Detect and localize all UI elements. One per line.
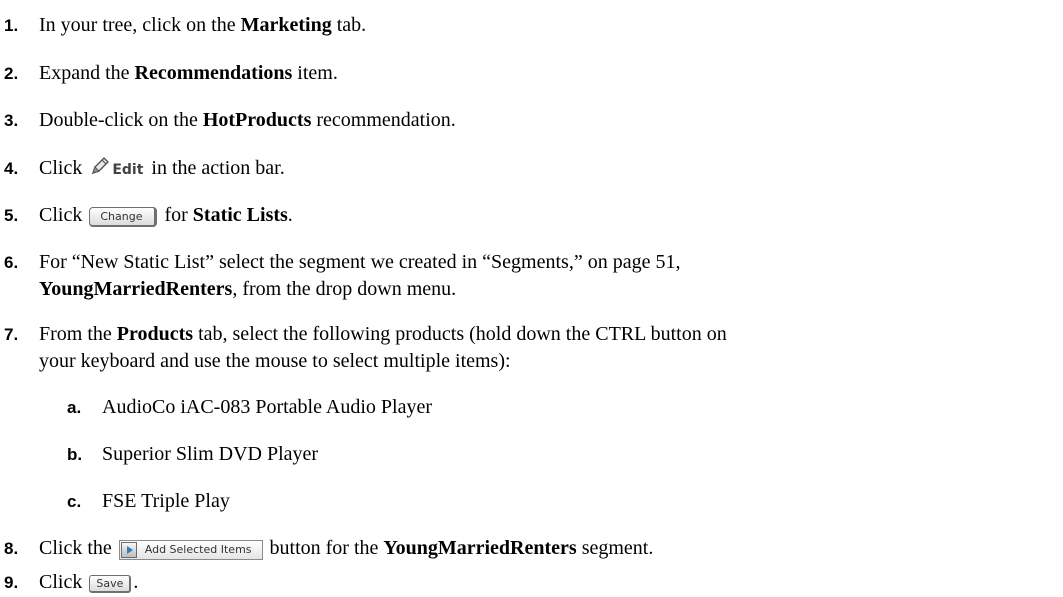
step-text: Click Change for Static Lists. <box>39 202 293 228</box>
step-text-pre: Click <box>39 204 88 226</box>
step-number: 6. <box>4 253 19 272</box>
step-number: 1. <box>4 16 19 35</box>
step-text-post: . <box>133 571 139 593</box>
substep-text: AudioCo iAC-083 Portable Audio Player <box>102 396 432 418</box>
step-text-pre: Click <box>39 157 88 179</box>
step-number: 8. <box>4 539 19 558</box>
keyword-products: Products <box>116 323 194 345</box>
substep-letter: a. <box>67 398 82 417</box>
add-selected-items-button[interactable]: Add Selected Items <box>118 540 263 560</box>
step-text-post: tab. <box>331 14 367 36</box>
right-arrow-icon <box>120 542 137 558</box>
keyword-static-lists: Static Lists <box>192 204 288 226</box>
step-text: Double-click on the HotProducts recommen… <box>39 107 456 133</box>
edit-action[interactable]: Edit <box>90 155 143 183</box>
step-text-post: tab, select the following products (hold… <box>193 323 727 345</box>
step-text-post: in the action bar. <box>146 157 285 179</box>
substep-letter: c. <box>67 492 82 511</box>
step-text: Click Save. <box>39 569 138 595</box>
step-text-post: . <box>287 204 293 226</box>
step-text-post: segment. <box>576 537 654 559</box>
add-selected-items-label: Add Selected Items <box>144 543 252 556</box>
edit-label: Edit <box>112 162 144 178</box>
step-text: In your tree, click on the Marketing tab… <box>39 12 366 38</box>
step-text-pre: In your tree, click on the <box>39 14 241 36</box>
keyword-hotproducts: HotProducts <box>202 109 312 131</box>
step-number: 2. <box>4 64 19 83</box>
step-text-post: , from the drop down menu. <box>232 278 457 300</box>
step-text-pre: Click the <box>39 537 117 559</box>
step-text: Click the Add Selected Items button for … <box>39 535 653 561</box>
keyword-marketing: Marketing <box>240 14 332 36</box>
step-text-post: item. <box>292 62 338 84</box>
step-text-line2: YoungMarriedRenters, from the drop down … <box>39 276 456 302</box>
step-text-line1: From the Products tab, select the follow… <box>39 321 727 347</box>
step-number: 5. <box>4 206 19 225</box>
substep-text: Superior Slim DVD Player <box>102 443 319 465</box>
step-number: 9. <box>4 573 19 592</box>
substep-text: FSE Triple Play <box>102 490 230 512</box>
step-text-pre: Expand the <box>39 62 135 84</box>
substep-letter: b. <box>67 445 83 464</box>
step-text-pre: Double-click on the <box>39 109 203 131</box>
step-text: Click Edit in the action bar. <box>39 155 285 183</box>
keyword-recommendations: Recommendations <box>134 62 293 84</box>
pencil-icon <box>92 157 110 175</box>
step-text-line2: your keyboard and use the mouse to selec… <box>39 350 511 372</box>
step-text-pre: From the <box>39 323 117 345</box>
keyword-youngmarriedrenters: YoungMarriedRenters <box>39 278 233 300</box>
step-text-mid: for <box>159 204 193 226</box>
step-number: 7. <box>4 325 19 344</box>
step-text-line1: For “New Static List” select the segment… <box>39 251 681 273</box>
step-text: Expand the Recommendations item. <box>39 60 338 86</box>
instruction-list: 1. In your tree, click on the Marketing … <box>0 0 1063 597</box>
step-text-mid: button for the <box>264 537 384 559</box>
change-button[interactable]: Change <box>89 207 158 227</box>
step-text-pre: Click <box>39 571 88 593</box>
step-number: 4. <box>4 159 19 178</box>
step-text-post: recommendation. <box>311 109 456 131</box>
step-number: 3. <box>4 111 19 130</box>
keyword-youngmarriedrenters: YoungMarriedRenters <box>383 537 577 559</box>
save-button[interactable]: Save <box>89 575 132 593</box>
